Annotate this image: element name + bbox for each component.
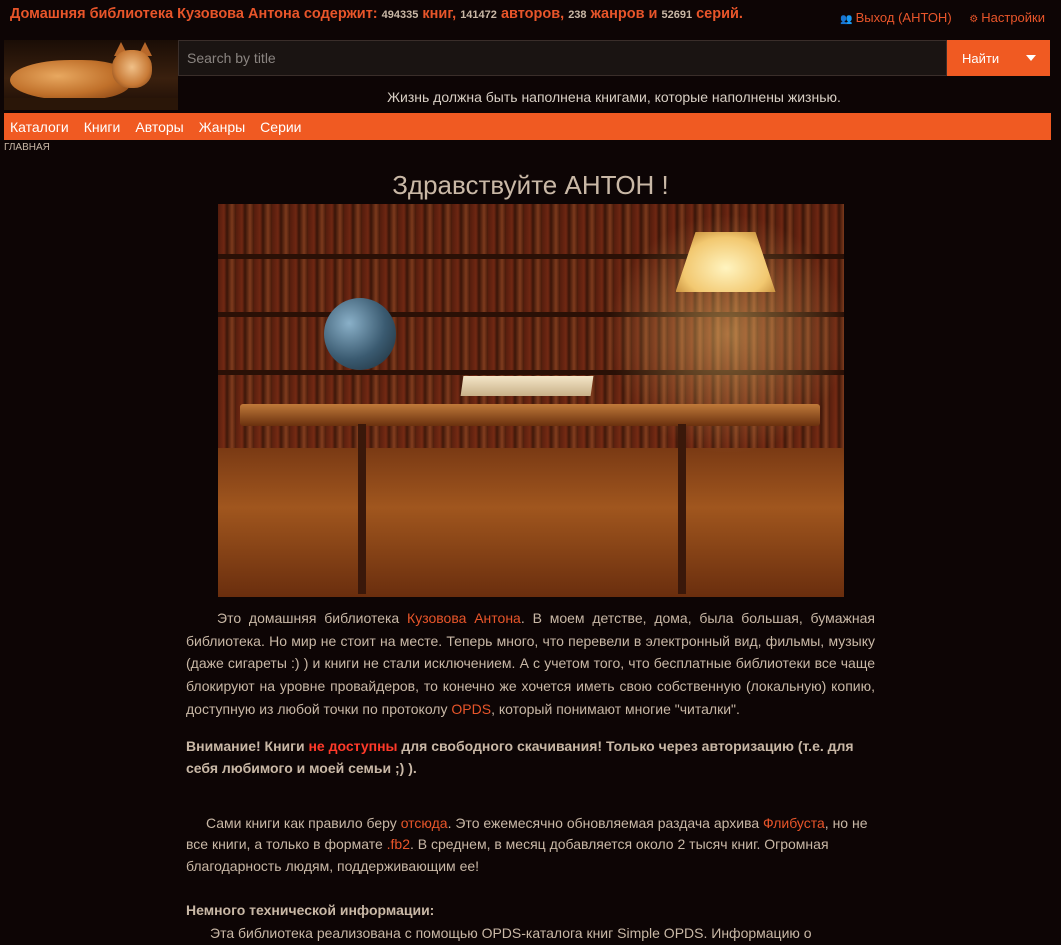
search-button-label: Найти [962,50,1000,66]
logout-link[interactable]: 👥 Выход (АНТОН) [840,10,955,25]
photo-table-leg [357,424,366,594]
intro-text-1: Это домашняя библиотека [217,610,408,626]
series-count: 52691 [661,9,693,21]
main-content: Это домашняя библиотека Кузовова Антона.… [186,607,875,944]
books-label: книг, [422,6,457,22]
settings-link[interactable]: ⚙ Настройки [969,10,1045,25]
logo-couch [4,98,178,110]
photo-floor [217,447,844,597]
nav-item-authors[interactable]: Авторы [135,119,183,135]
site-logo[interactable] [4,40,178,110]
breadcrumb: ГЛАВНАЯ [4,142,50,153]
source-text-2: . Это ежемесячно обновляемая раздача арх… [447,814,764,831]
flibusta-link[interactable]: Флибуста [763,815,825,831]
caret-down-icon[interactable] [1026,55,1036,61]
genres-count: 238 [568,9,587,21]
warning-paragraph: Внимание! Книги не доступны для свободно… [186,735,875,780]
settings-label: Настройки [981,10,1045,25]
cat-head [112,50,152,88]
source-here-link[interactable]: отсюда [401,815,448,831]
search-button[interactable]: Найти [947,40,1050,76]
books-count: 494335 [381,9,419,21]
topbar: Домашняя библиотека Кузовова Антона соде… [0,0,1061,36]
opds-link[interactable]: OPDS [451,701,491,717]
source-text-1: Сами книги как правило беру [206,814,401,831]
series-label: серий. [696,6,743,22]
intro-paragraph: Это домашняя библиотека Кузовова Антона.… [186,607,875,721]
nav-item-genres[interactable]: Жанры [199,119,245,135]
nav-item-books[interactable]: Книги [84,119,121,135]
photo-book [460,376,593,396]
nav-item-catalogs[interactable]: Каталоги [10,119,69,135]
logout-label: Выход (АНТОН) [855,10,952,25]
photo-globe [323,298,396,370]
library-photo [217,204,844,597]
photo-table [239,404,820,426]
owner-link[interactable]: Кузовова Антона [407,610,521,626]
photo-table-leg [677,424,686,594]
header: Найти Жизнь должна быть наполнена книгам… [0,36,1061,111]
authors-label: авторов, [500,6,565,22]
gear-icon: ⚙ [969,14,979,25]
users-icon: 👥 [840,14,853,25]
warning-highlight: не доступны [308,737,398,754]
genres-label: жанров и [590,6,658,22]
nav-item-series[interactable]: Серии [260,119,301,135]
title-prefix: Домашняя библиотека Кузовова Антона соде… [10,6,378,22]
site-title: Домашняя библиотека Кузовова Антона соде… [10,6,743,22]
search-input[interactable] [178,40,947,76]
fb2-link[interactable]: .fb2 [387,836,410,852]
greeting-heading: Здравствуйте АНТОН ! [392,170,669,200]
main-nav: Каталоги Книги Авторы Жанры Серии [4,113,1051,140]
authors-count: 141472 [460,9,497,21]
warning-text-1: Внимание! Книги [186,737,309,754]
top-links: 👥 Выход (АНТОН) ⚙ Настройки [826,10,1045,25]
tagline: Жизнь должна быть наполнена книгами, кот… [387,89,841,105]
source-paragraph: Сами книги как правило беру отсюда. Это … [186,813,875,878]
intro-text-3: , который понимают многие "читалки". [491,700,740,717]
tech-paragraph: Эта библиотека реализована с помощью OPD… [210,925,812,942]
tech-heading: Немного технической информации: [186,902,435,919]
